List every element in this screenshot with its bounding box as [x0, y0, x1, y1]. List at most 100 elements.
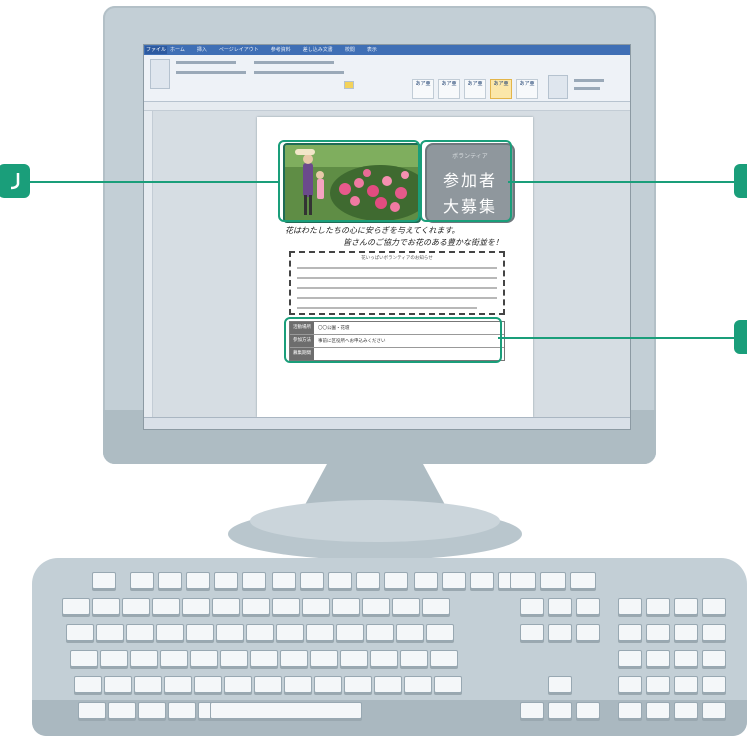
change-styles-button[interactable]: [548, 75, 568, 99]
keyboard-key: [160, 650, 188, 667]
style-title[interactable]: あア亜: [516, 79, 538, 99]
keyboard-key: [328, 572, 352, 589]
keyboard-key: [306, 624, 334, 641]
keyboard-key: [212, 598, 240, 615]
ribbon-tabs: ホーム 挿入 ページレイアウト 参考資料 差し込み文書 校閲 表示: [170, 46, 377, 54]
keyboard-key: [78, 702, 106, 719]
keyboard-key: [344, 676, 372, 693]
keyboard-key: [332, 598, 360, 615]
keyboard-key: [66, 624, 94, 641]
notice-title: 花いっぱいボランティアのお知らせ: [361, 256, 433, 261]
keyboard-key: [646, 702, 670, 719]
keyboard-key: [194, 676, 222, 693]
keyboard-key: [548, 702, 572, 719]
keyboard-key: [618, 598, 642, 615]
table-highlight: [284, 317, 502, 363]
style-heading1[interactable]: あア亜: [464, 79, 486, 99]
callout-tab-right-top: [734, 164, 747, 198]
keyboard-key: [362, 598, 390, 615]
keyboard-key: [96, 624, 124, 641]
keyboard-key: [164, 676, 192, 693]
headline-1: 花はわたしたちの心に安らぎを与えてくれます。: [285, 226, 460, 235]
keyboard-key: [618, 650, 642, 667]
keyboard-key: [302, 598, 330, 615]
alignment-controls[interactable]: [254, 71, 344, 74]
callout-line-right-top: [508, 181, 738, 183]
keyboard-key: [540, 572, 566, 589]
highlight-button[interactable]: [344, 81, 354, 89]
paragraph-controls[interactable]: [254, 61, 334, 64]
font-format-controls[interactable]: [176, 71, 246, 74]
keyboard-key: [576, 598, 600, 615]
keyboard-key: [392, 598, 420, 615]
keyboard-key: [152, 598, 180, 615]
keyboard-key: [570, 572, 596, 589]
style-no-spacing[interactable]: あア亜: [438, 79, 460, 99]
tab-file[interactable]: ファイル: [145, 46, 167, 54]
ribbon: あア亜 あア亜 あア亜 あア亜 あア亜: [144, 55, 630, 102]
keyboard-key: [242, 572, 266, 589]
select-controls[interactable]: [574, 87, 600, 90]
tab-review[interactable]: 校閲: [345, 46, 355, 54]
notice-text-line: [297, 297, 497, 299]
keyboard-key: [646, 676, 670, 693]
photo-highlight: [278, 140, 420, 222]
keyboard-key: [130, 650, 158, 667]
tab-mailings[interactable]: 差し込み文書: [303, 46, 333, 54]
vertical-ruler[interactable]: [144, 111, 153, 417]
keyboard-key: [138, 702, 166, 719]
keyboard-key: [224, 676, 252, 693]
notice-box: 花いっぱいボランティアのお知らせ: [289, 251, 505, 315]
keyboard-key: [100, 650, 128, 667]
keyboard-key: [618, 676, 642, 693]
keyboard-key: [510, 572, 536, 589]
keyboard-key: [618, 624, 642, 641]
keyboard-key: [434, 676, 462, 693]
keyboard-key: [92, 598, 120, 615]
headline-2: 皆さんのご協力でお花のある豊かな街並を！: [343, 238, 503, 247]
keyboard-key: [214, 572, 238, 589]
keyboard-key: [340, 650, 368, 667]
keyboard-key: [618, 702, 642, 719]
keyboard-key: [404, 676, 432, 693]
font-controls[interactable]: [176, 61, 236, 64]
style-standard[interactable]: あア亜: [412, 79, 434, 99]
keyboard-key: [702, 624, 726, 641]
keyboard-key: [122, 598, 150, 615]
tab-page-layout[interactable]: ページレイアウト: [219, 46, 259, 54]
tab-view[interactable]: 表示: [367, 46, 377, 54]
paste-button[interactable]: [150, 59, 170, 89]
keyboard-key: [126, 624, 154, 641]
notice-text-line: [297, 267, 497, 269]
callout-line-left: [30, 181, 280, 183]
keyboard-key: [548, 624, 572, 641]
notice-text-line: [297, 277, 497, 279]
keyboard-key: [246, 624, 274, 641]
keyboard-key: [272, 572, 296, 589]
badge-highlight: [420, 140, 512, 222]
keyboard-key: [396, 624, 424, 641]
keyboard-key: [548, 676, 572, 693]
keyboard-key: [674, 624, 698, 641]
keyboard-key: [520, 624, 544, 641]
keyboard-key: [310, 650, 338, 667]
editing-controls[interactable]: [574, 79, 604, 82]
keyboard-key: [400, 650, 428, 667]
style-heading2[interactable]: あア亜: [490, 79, 512, 99]
keyboard-key: [520, 702, 544, 719]
keyboard-key: [646, 598, 670, 615]
keyboard-key: [414, 572, 438, 589]
tab-home[interactable]: ホーム: [170, 46, 185, 54]
callout-tab-right-bottom: [734, 320, 747, 354]
keyboard-key: [108, 702, 136, 719]
horizontal-ruler[interactable]: [144, 102, 630, 111]
keyboard-key: [74, 676, 102, 693]
keyboard-key: [186, 624, 214, 641]
keyboard-key: [254, 676, 282, 693]
keyboard-key: [430, 650, 458, 667]
tab-references[interactable]: 参考資料: [271, 46, 291, 54]
screen: ファイル ホーム 挿入 ページレイアウト 参考資料 差し込み文書 校閲 表示 あ…: [143, 44, 631, 430]
keyboard-key: [702, 676, 726, 693]
keyboard-key: [548, 598, 572, 615]
tab-insert[interactable]: 挿入: [197, 46, 207, 54]
